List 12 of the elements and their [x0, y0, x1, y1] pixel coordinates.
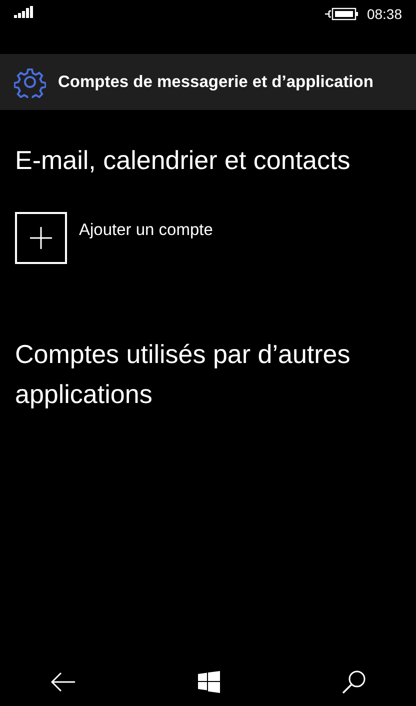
plus-icon	[15, 212, 67, 264]
signal-icon	[14, 6, 34, 18]
gear-icon	[14, 66, 46, 98]
add-account-button[interactable]: Ajouter un compte	[15, 212, 213, 264]
section-heading: E-mail, calendrier et contacts	[15, 144, 352, 177]
section-heading: Comptes utilisés par d’autres applications	[15, 338, 352, 411]
page-title: Comptes de messagerie et d’application	[58, 72, 374, 92]
back-icon[interactable]	[50, 672, 76, 692]
windows-logo-icon[interactable]	[198, 671, 220, 693]
search-icon[interactable]	[342, 670, 366, 694]
battery-charging-icon	[324, 7, 359, 21]
clock: 08:38	[366, 6, 402, 22]
